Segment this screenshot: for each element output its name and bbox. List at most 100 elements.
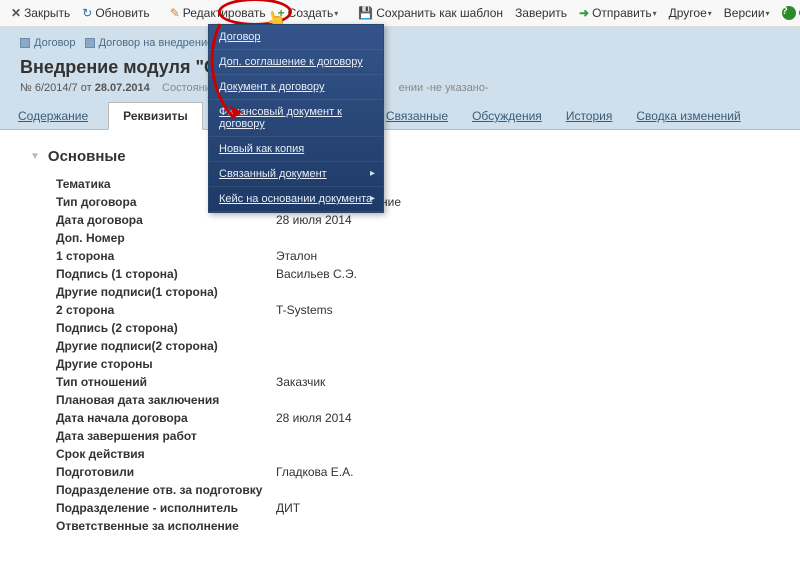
field-value: 28 июля 2014 [276, 411, 352, 425]
collapse-icon: ▼ [30, 151, 40, 162]
field-label: Другие подписи(1 сторона) [56, 285, 276, 299]
send-button[interactable]: ➜Отправить▾ [574, 4, 662, 22]
create-dropdown: ДоговорДоп. соглашение к договоруДокумен… [208, 24, 384, 213]
field-label: Дата начала договора [56, 411, 276, 425]
field-value: 28 июля 2014 [276, 213, 352, 227]
tab-7[interactable]: Сводка изменений [632, 103, 744, 129]
field-label: Ответственные за исполнение [56, 519, 276, 533]
field-label: Подразделение отв. за подготовку [56, 483, 276, 497]
dropdown-item-6[interactable]: Кейс на основании документа [209, 187, 383, 212]
field-row: 1 сторонаЭталон [56, 247, 770, 265]
send-label: Отправить [592, 6, 652, 20]
disk-icon: 💾 [358, 6, 373, 20]
field-row: Плановая дата заключения [56, 391, 770, 409]
versions-label: Версии [724, 6, 765, 20]
field-row: Дата завершения работ [56, 427, 770, 445]
breadcrumb-bullet-icon [85, 38, 95, 48]
dropdown-item-1[interactable]: Доп. соглашение к договору [209, 50, 383, 75]
content: ▼ Основные ТематикаТип договораДоговор н… [0, 130, 800, 553]
other-button[interactable]: Другое▾ [664, 4, 717, 22]
save-template-button[interactable]: 💾Сохранить как шаблон [353, 4, 508, 22]
field-row: ПодготовилиГладкова Е.А. [56, 463, 770, 481]
field-label: 2 сторона [56, 303, 276, 317]
field-row: Подразделение - исполнительДИТ [56, 499, 770, 517]
dropdown-item-0[interactable]: Договор [209, 25, 383, 50]
help-button[interactable]: ?Справка [777, 4, 800, 22]
field-row: Срок действия [56, 445, 770, 463]
doc-of: от [81, 82, 92, 94]
field-label: Подпись (1 сторона) [56, 267, 276, 281]
dropdown-item-4[interactable]: Новый как копия [209, 137, 383, 162]
field-row: Подразделение отв. за подготовку [56, 481, 770, 499]
breadcrumb-item[interactable]: Договор [20, 37, 76, 49]
field-label: Подпись (2 сторона) [56, 321, 276, 335]
tab-6[interactable]: История [562, 103, 617, 129]
field-label: Дата договора [56, 213, 276, 227]
refresh-icon: ↻ [82, 6, 92, 20]
approve-button[interactable]: Заверить [510, 4, 572, 22]
tab-1[interactable]: Реквизиты [108, 102, 203, 130]
field-row: Тип договораДоговор на внедрение [56, 193, 770, 211]
field-label: Тип отношений [56, 375, 276, 389]
dropdown-item-5[interactable]: Связанный документ [209, 162, 383, 187]
field-label: Срок действия [56, 447, 276, 461]
tab-0[interactable]: Содержание [14, 103, 92, 129]
close-button[interactable]: ✕Закрыть [6, 4, 75, 22]
field-label: Другие стороны [56, 357, 276, 371]
arrow-icon: ➜ [579, 6, 589, 20]
field-label: Дата завершения работ [56, 429, 276, 443]
close-icon: ✕ [11, 6, 21, 20]
plus-icon: + [278, 6, 285, 20]
field-label: Плановая дата заключения [56, 393, 276, 407]
dropdown-item-2[interactable]: Документ к договору [209, 75, 383, 100]
caret-icon: ▾ [334, 9, 338, 18]
field-value: Заказчик [276, 375, 325, 389]
toolbar: ✕Закрыть ↻Обновить ✎Редактировать +Созда… [0, 0, 800, 27]
tabs: СодержаниеРеквизитыСтоЖизненный циклСвяз… [0, 102, 800, 130]
edit-label: Редактировать [183, 6, 266, 20]
dropdown-item-3[interactable]: Финансовый документ к договору [209, 100, 383, 137]
field-label: Подготовили [56, 465, 276, 479]
field-value: T-Systems [276, 303, 333, 317]
doc-hint-label: ении [399, 82, 423, 94]
other-label: Другое [669, 6, 707, 20]
section-title: Основные [48, 148, 126, 165]
refresh-button[interactable]: ↻Обновить [77, 4, 154, 22]
field-value: ДИТ [276, 501, 300, 515]
field-label: Другие подписи(2 сторона) [56, 339, 276, 353]
breadcrumb: Договор Договор на внедрение [20, 37, 780, 51]
section-header[interactable]: ▼ Основные [30, 148, 770, 165]
breadcrumb-bullet-icon [20, 38, 30, 48]
doc-subtitle: № 6/2014/7 от 28.07.2014 Состояние до ен… [20, 82, 780, 94]
field-value: Эталон [276, 249, 317, 263]
breadcrumb-label: Договор на внедрение [99, 37, 214, 49]
breadcrumb-item[interactable]: Договор на внедрение [85, 37, 214, 49]
doc-title: Внедрение модуля "СМ.До [20, 57, 780, 78]
field-row: Дата договора28 июля 2014 [56, 211, 770, 229]
caret-icon: ▾ [708, 9, 712, 18]
caret-icon: ▾ [766, 9, 770, 18]
field-row: Доп. Номер [56, 229, 770, 247]
field-row: Дата начала договора28 июля 2014 [56, 409, 770, 427]
field-value: Васильев С.Э. [276, 267, 357, 281]
field-table: ТематикаТип договораДоговор на внедрение… [56, 175, 770, 535]
versions-button[interactable]: Версии▾ [719, 4, 775, 22]
create-button-wrap: +Создать▾ [273, 4, 344, 22]
caret-icon: ▾ [653, 9, 657, 18]
field-label: Доп. Номер [56, 231, 276, 245]
field-row: Ответственные за исполнение [56, 517, 770, 535]
tab-4[interactable]: Связанные [382, 103, 452, 129]
field-row: Другие стороны [56, 355, 770, 373]
edit-button[interactable]: ✎Редактировать [165, 4, 271, 22]
header-area: Договор Договор на внедрение Внедрение м… [0, 27, 800, 102]
field-row: Другие подписи(2 сторона) [56, 337, 770, 355]
refresh-label: Обновить [95, 6, 149, 20]
field-label: Подразделение - исполнитель [56, 501, 276, 515]
tab-5[interactable]: Обсуждения [468, 103, 546, 129]
field-row: 2 сторонаT-Systems [56, 301, 770, 319]
create-label: Создать [288, 6, 334, 20]
field-label: 1 сторона [56, 249, 276, 263]
doc-number: № 6/2014/7 [20, 82, 78, 94]
create-button[interactable]: +Создать▾ [273, 4, 344, 22]
field-row: Тип отношенийЗаказчик [56, 373, 770, 391]
